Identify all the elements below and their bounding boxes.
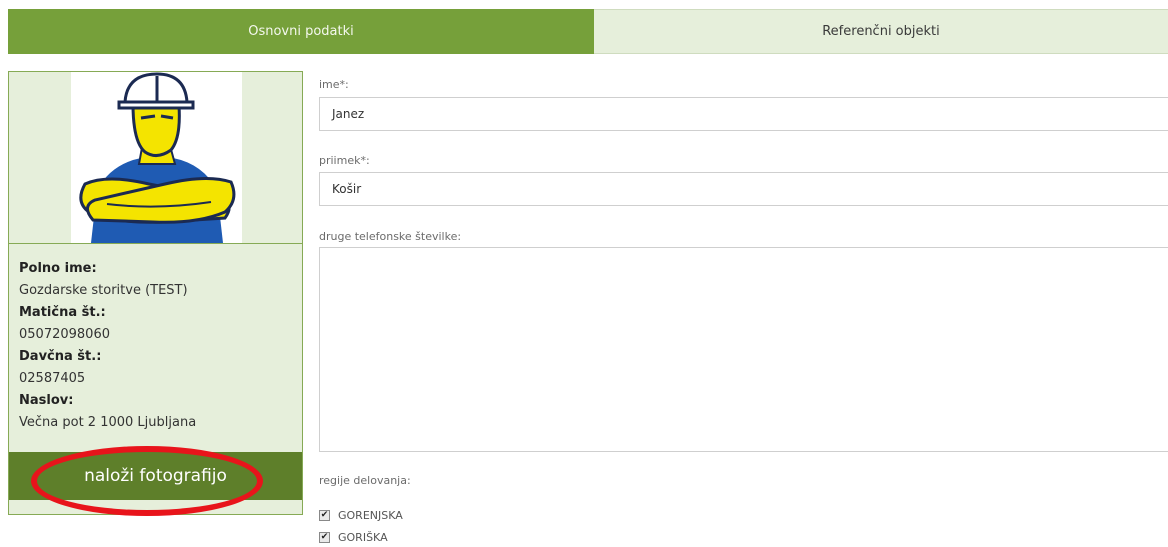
tab-referencni-objekti[interactable]: Referenčni objekti	[594, 9, 1168, 54]
tax-no-value: 02587405	[19, 371, 86, 386]
upload-photo-button[interactable]: naloži fotografijo	[9, 452, 302, 500]
tab-bar: Osnovni podatki Referenčni objekti	[8, 9, 1168, 54]
tax-no-label: Davčna št.:	[19, 349, 102, 364]
address-value: Večna pot 2 1000 Ljubljana	[19, 415, 197, 430]
profile-photo	[71, 72, 242, 243]
regions-label: regije delovanja:	[319, 474, 411, 487]
region-gorenjska-label: GORENJSKA	[338, 509, 403, 522]
phones-textarea[interactable]	[319, 247, 1168, 452]
full-name-label: Polno ime:	[19, 261, 97, 276]
full-name-value: Gozdarske storitve (TEST)	[19, 283, 188, 298]
last-name-label: priimek*:	[319, 154, 370, 167]
first-name-input[interactable]: Janez	[319, 97, 1168, 131]
last-name-input[interactable]: Košir	[319, 172, 1168, 206]
checkbox-goriska[interactable]: ✔	[319, 532, 330, 543]
address-label: Naslov:	[19, 393, 74, 408]
region-goriska[interactable]: ✔ GORIŠKA	[319, 531, 388, 544]
profile-card: Polno ime: Gozdarske storitve (TEST) Mat…	[8, 71, 303, 515]
worker-avatar-icon	[79, 72, 236, 243]
checkbox-gorenjska[interactable]: ✔	[319, 510, 330, 521]
tab-osnovni-podatki[interactable]: Osnovni podatki	[8, 9, 594, 54]
phones-label: druge telefonske številke:	[319, 230, 462, 243]
card-divider	[9, 243, 302, 244]
region-gorenjska[interactable]: ✔ GORENJSKA	[319, 509, 403, 522]
reg-no-value: 05072098060	[19, 327, 110, 342]
company-info: Polno ime: Gozdarske storitve (TEST) Mat…	[19, 258, 299, 434]
region-goriska-label: GORIŠKA	[338, 531, 388, 544]
reg-no-label: Matična št.:	[19, 305, 106, 320]
first-name-label: ime*:	[319, 78, 349, 91]
